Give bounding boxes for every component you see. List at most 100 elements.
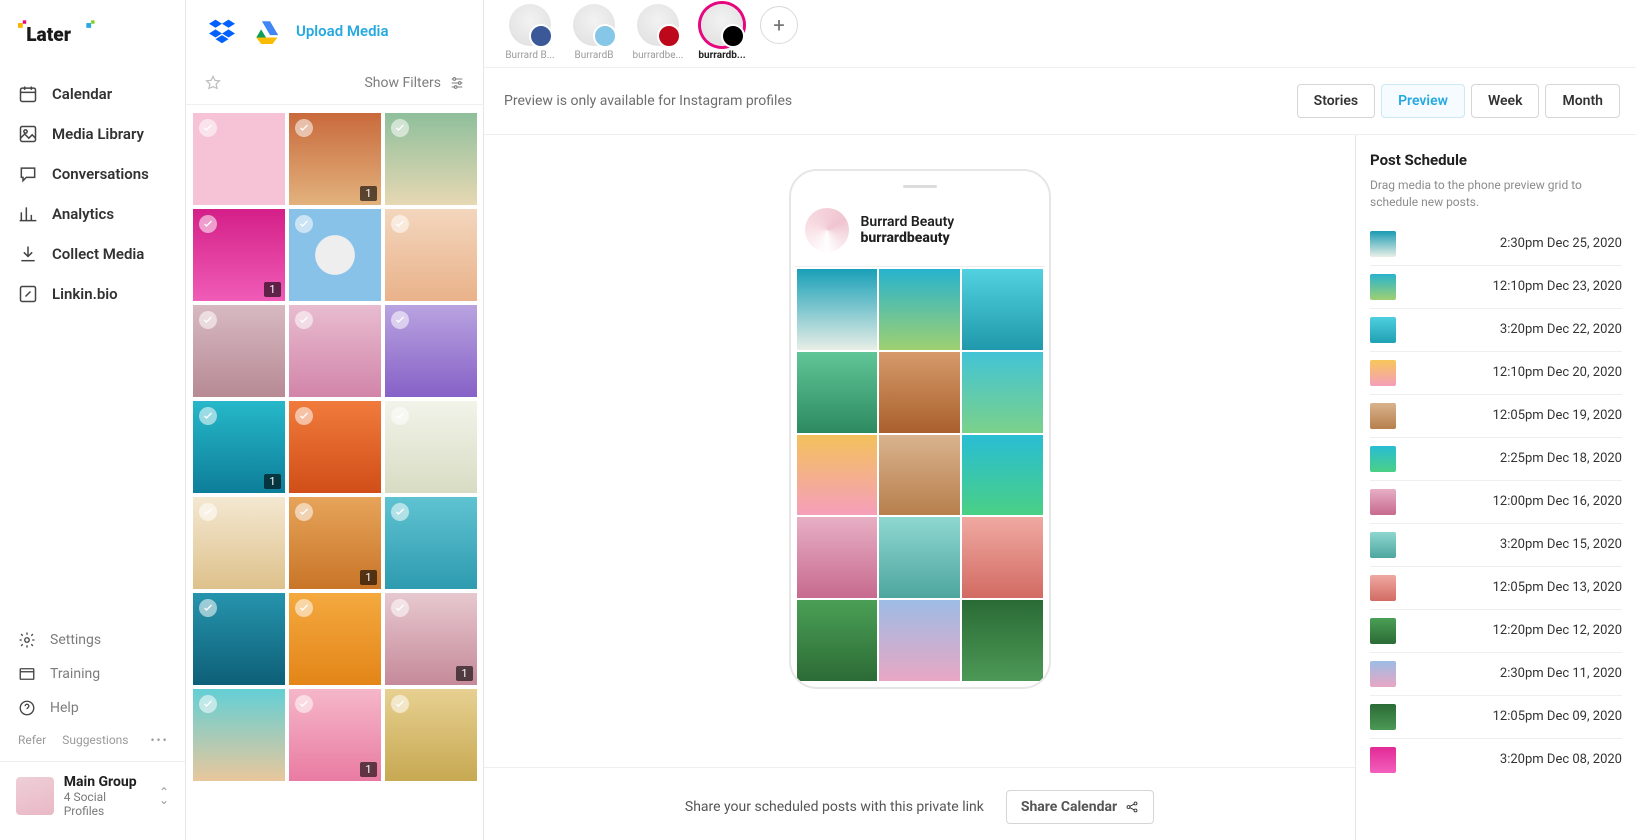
group-selector[interactable]: Main Group 4 Social Profiles ⌃⌄ bbox=[0, 761, 185, 830]
check-icon bbox=[295, 311, 313, 329]
schedule-slot[interactable]: 2:25pm Dec 18, 2020 bbox=[1370, 438, 1622, 481]
media-tile[interactable] bbox=[385, 401, 477, 493]
schedule-title: Post Schedule bbox=[1370, 151, 1622, 169]
schedule-slot[interactable]: 2:30pm Dec 25, 2020 bbox=[1370, 223, 1622, 266]
slot-time: 12:05pm Dec 13, 2020 bbox=[1493, 580, 1622, 595]
profile-ig[interactable]: burrardb... bbox=[696, 4, 748, 61]
grid-cell[interactable] bbox=[962, 269, 1043, 350]
profile-tw[interactable]: BurrardB bbox=[568, 4, 620, 61]
schedule-slot[interactable]: 3:20pm Dec 08, 2020 bbox=[1370, 739, 1622, 781]
footer-settings[interactable]: Settings bbox=[0, 623, 185, 657]
suggestions-link[interactable]: Suggestions bbox=[62, 733, 128, 747]
schedule-slot[interactable]: 12:10pm Dec 23, 2020 bbox=[1370, 266, 1622, 309]
sliders-icon bbox=[449, 75, 465, 91]
grid-cell[interactable] bbox=[879, 600, 960, 681]
media-tile[interactable]: 1 bbox=[289, 113, 381, 205]
grid-cell[interactable] bbox=[962, 352, 1043, 433]
slot-thumbnail bbox=[1370, 489, 1396, 515]
schedule-slot[interactable]: 12:00pm Dec 16, 2020 bbox=[1370, 481, 1622, 524]
grid-cell[interactable] bbox=[962, 517, 1043, 598]
nav-analytics[interactable]: Analytics bbox=[0, 194, 185, 234]
media-tile[interactable] bbox=[385, 497, 477, 589]
slot-thumbnail bbox=[1370, 446, 1396, 472]
share-calendar-button[interactable]: Share Calendar bbox=[1006, 790, 1154, 824]
add-profile-button[interactable]: + bbox=[760, 6, 798, 44]
check-icon bbox=[391, 695, 409, 713]
refer-link[interactable]: Refer bbox=[18, 733, 46, 747]
media-tile[interactable]: 1 bbox=[385, 593, 477, 685]
logo: Later bbox=[0, 12, 185, 74]
group-thumbnail bbox=[16, 777, 54, 815]
schedule-slot[interactable]: 12:05pm Dec 09, 2020 bbox=[1370, 696, 1622, 739]
slot-time: 2:30pm Dec 11, 2020 bbox=[1500, 666, 1622, 681]
slot-thumbnail bbox=[1370, 360, 1396, 386]
media-tile[interactable] bbox=[385, 113, 477, 205]
footer-training[interactable]: Training bbox=[0, 657, 185, 691]
schedule-slot[interactable]: 2:30pm Dec 11, 2020 bbox=[1370, 653, 1622, 696]
view-week-button[interactable]: Week bbox=[1471, 84, 1540, 118]
slot-time: 12:10pm Dec 20, 2020 bbox=[1493, 365, 1622, 380]
schedule-slot[interactable]: 12:05pm Dec 19, 2020 bbox=[1370, 395, 1622, 438]
nav-collect-media[interactable]: Collect Media bbox=[0, 234, 185, 274]
media-tile[interactable] bbox=[193, 113, 285, 205]
instagram-grid[interactable] bbox=[795, 267, 1045, 683]
media-tile[interactable]: 1 bbox=[193, 401, 285, 493]
media-tile[interactable] bbox=[193, 689, 285, 781]
schedule-slot[interactable]: 12:10pm Dec 20, 2020 bbox=[1370, 352, 1622, 395]
check-icon bbox=[199, 311, 217, 329]
media-tile[interactable] bbox=[385, 209, 477, 301]
media-tile[interactable] bbox=[193, 497, 285, 589]
view-preview-button[interactable]: Preview bbox=[1381, 84, 1465, 118]
view-stories-button[interactable]: Stories bbox=[1297, 84, 1375, 118]
profiles-row: Burrard B...BurrardBburrardbe...burrardb… bbox=[484, 0, 1636, 67]
grid-cell[interactable] bbox=[962, 435, 1043, 516]
upload-media-link[interactable]: Upload Media bbox=[296, 22, 389, 40]
more-icon[interactable]: ••• bbox=[151, 733, 169, 747]
schedule-slot[interactable]: 3:20pm Dec 22, 2020 bbox=[1370, 309, 1622, 352]
nav-conversations[interactable]: Conversations bbox=[0, 154, 185, 194]
grid-cell[interactable] bbox=[879, 269, 960, 350]
media-tile[interactable] bbox=[289, 401, 381, 493]
phone-frame: Burrard Beauty burrardbeauty bbox=[789, 169, 1051, 689]
grid-cell[interactable] bbox=[879, 352, 960, 433]
star-icon[interactable] bbox=[204, 74, 222, 92]
schedule-slot[interactable]: 3:20pm Dec 15, 2020 bbox=[1370, 524, 1622, 567]
grid-cell[interactable] bbox=[797, 352, 878, 433]
view-month-button[interactable]: Month bbox=[1545, 84, 1620, 118]
grid-cell[interactable] bbox=[797, 600, 878, 681]
check-icon bbox=[391, 215, 409, 233]
media-tile[interactable] bbox=[193, 593, 285, 685]
grid-cell[interactable] bbox=[797, 517, 878, 598]
grid-cell[interactable] bbox=[962, 600, 1043, 681]
media-tile[interactable] bbox=[385, 689, 477, 781]
media-tile[interactable] bbox=[193, 305, 285, 397]
slot-thumbnail bbox=[1370, 575, 1396, 601]
nav-linkinbio[interactable]: Linkin.bio bbox=[0, 274, 185, 314]
nav-calendar[interactable]: Calendar bbox=[0, 74, 185, 114]
grid-cell[interactable] bbox=[879, 517, 960, 598]
media-tile[interactable] bbox=[289, 209, 381, 301]
grid-cell[interactable] bbox=[879, 435, 960, 516]
schedule-slot[interactable]: 12:20pm Dec 12, 2020 bbox=[1370, 610, 1622, 653]
media-toolbar: Show Filters bbox=[186, 66, 483, 105]
media-tile[interactable]: 1 bbox=[193, 209, 285, 301]
media-tile[interactable] bbox=[289, 593, 381, 685]
profile-fb[interactable]: Burrard B... bbox=[504, 4, 556, 61]
profile-pn[interactable]: burrardbe... bbox=[632, 4, 684, 61]
dropbox-icon[interactable] bbox=[208, 18, 236, 44]
show-filters-button[interactable]: Show Filters bbox=[364, 75, 465, 91]
nav-media-library[interactable]: Media Library bbox=[0, 114, 185, 154]
media-tile[interactable] bbox=[289, 305, 381, 397]
share-text: Share your scheduled posts with this pri… bbox=[685, 799, 984, 815]
grid-cell[interactable] bbox=[797, 269, 878, 350]
schedule-panel: Post Schedule Drag media to the phone pr… bbox=[1355, 135, 1636, 840]
media-grid: 111111 bbox=[186, 105, 483, 789]
media-tile[interactable]: 1 bbox=[289, 497, 381, 589]
media-tile[interactable]: 1 bbox=[289, 689, 381, 781]
google-drive-icon[interactable] bbox=[252, 18, 280, 44]
footer-help[interactable]: Help bbox=[0, 691, 185, 725]
schedule-slot[interactable]: 12:05pm Dec 13, 2020 bbox=[1370, 567, 1622, 610]
media-tile[interactable] bbox=[385, 305, 477, 397]
grid-cell[interactable] bbox=[797, 435, 878, 516]
nav-label: Conversations bbox=[52, 165, 149, 183]
